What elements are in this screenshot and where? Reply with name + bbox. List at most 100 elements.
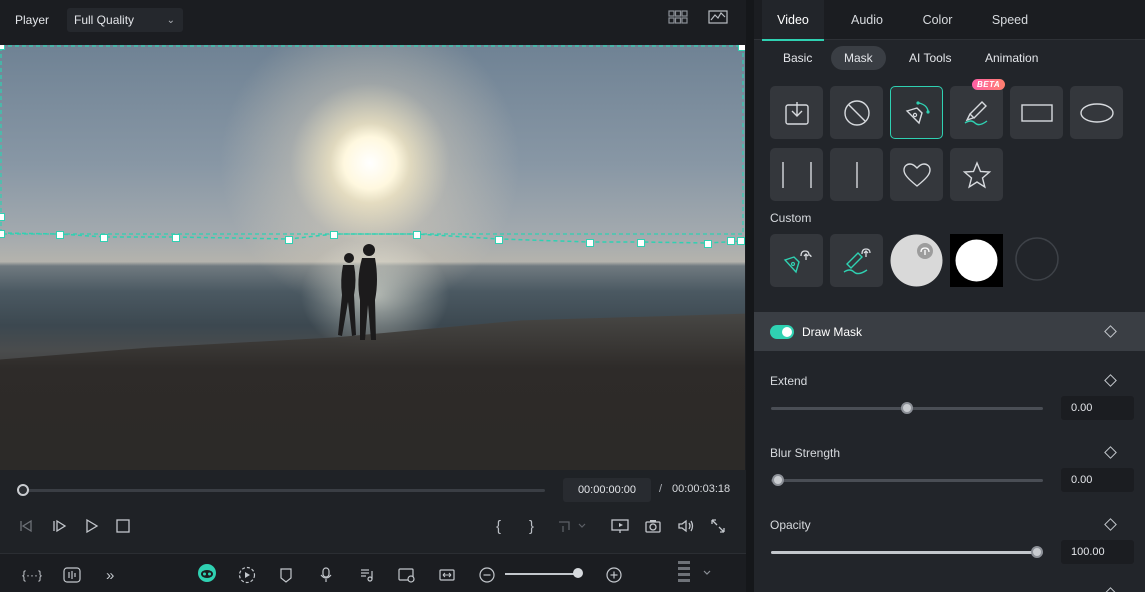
rectangle-mask-button[interactable]: [1010, 86, 1063, 139]
custom-circle-mask-button[interactable]: [950, 234, 1003, 287]
opacity-value-input[interactable]: 100.00: [1061, 540, 1134, 564]
heart-mask-button[interactable]: [890, 148, 943, 201]
music-note-icon[interactable]: [359, 565, 375, 585]
ai-face-icon[interactable]: [197, 563, 217, 583]
star-mask-button[interactable]: [950, 148, 1003, 201]
keyframe-diamond-icon[interactable]: [1104, 374, 1117, 387]
extend-slider-knob[interactable]: [901, 402, 913, 414]
custom-empty-slot[interactable]: [1014, 236, 1067, 289]
draw-mask-label: Draw Mask: [802, 324, 863, 339]
no-mask-button[interactable]: [830, 86, 883, 139]
play-icon[interactable]: [84, 515, 100, 537]
mask-handle[interactable]: [727, 237, 735, 245]
play-step-icon[interactable]: [51, 515, 67, 537]
mask-handle[interactable]: [495, 236, 503, 244]
pen-mask-button[interactable]: [890, 86, 943, 139]
zoom-slider-knob[interactable]: [573, 568, 583, 578]
audio-wave-icon[interactable]: [63, 565, 81, 585]
custom-brush-mask-button[interactable]: [830, 234, 883, 287]
stop-icon[interactable]: [115, 515, 131, 537]
mask-handle[interactable]: [704, 240, 712, 248]
mask-handle[interactable]: [413, 231, 421, 239]
single-line-mask-button[interactable]: [830, 148, 883, 201]
mask-handle[interactable]: [0, 45, 5, 50]
mark-out-icon[interactable]: }: [529, 515, 534, 537]
subtab-ai-tools[interactable]: AI Tools: [896, 46, 964, 70]
playback-scrubber[interactable]: [20, 489, 545, 492]
custom-pen-mask-button[interactable]: [770, 234, 823, 287]
total-time: 00:00:03:18: [672, 483, 731, 495]
mask-handle[interactable]: [172, 234, 180, 242]
tab-speed[interactable]: Speed: [978, 0, 1042, 40]
extend-value-input[interactable]: 0.00: [1061, 396, 1134, 420]
quality-dropdown[interactable]: Full Quality ⌄: [67, 8, 184, 32]
display-icon[interactable]: [611, 515, 629, 537]
clip-icon[interactable]: [557, 515, 587, 537]
draw-mask-toggle[interactable]: [770, 324, 794, 339]
mask-handle[interactable]: [330, 231, 338, 239]
mark-in-icon[interactable]: {: [496, 515, 501, 537]
prev-frame-icon[interactable]: [18, 515, 34, 537]
keyframe-diamond-icon[interactable]: [1104, 587, 1117, 592]
mask-handle[interactable]: [737, 237, 745, 245]
subtab-mask[interactable]: Mask: [831, 46, 886, 70]
heart-icon: [902, 162, 932, 188]
zoom-slider[interactable]: [505, 573, 580, 575]
import-mask-button[interactable]: [770, 86, 823, 139]
keyframe-diamond-icon[interactable]: [1104, 446, 1117, 459]
scrubber-knob[interactable]: [17, 484, 29, 496]
pen-mask-icon: [903, 99, 931, 127]
snapshot-icon[interactable]: [645, 515, 661, 537]
mic-icon[interactable]: [319, 565, 333, 585]
tab-audio[interactable]: Audio: [837, 0, 897, 40]
ellipse-mask-button[interactable]: [1070, 86, 1123, 139]
marker-icon[interactable]: [279, 565, 293, 585]
waveform-view-icon[interactable]: [708, 10, 728, 24]
current-time[interactable]: 00:00:00:00: [563, 478, 651, 502]
custom-soft-mask-button[interactable]: [890, 234, 943, 287]
subtab-animation[interactable]: Animation: [972, 46, 1051, 70]
grid-menu-icon[interactable]: [677, 561, 711, 582]
subtab-basic[interactable]: Basic: [770, 46, 825, 70]
brush-mask-button[interactable]: [950, 86, 1003, 139]
keyframe-diamond-icon[interactable]: [1104, 518, 1117, 531]
fit-icon[interactable]: [439, 565, 455, 585]
player-label: Player: [15, 13, 50, 27]
beta-badge: BETA: [972, 79, 1006, 90]
grid-view-icon[interactable]: [668, 10, 688, 24]
double-line-icon: [777, 160, 817, 190]
mask-handle[interactable]: [0, 213, 5, 221]
opacity-label: Opacity: [770, 518, 811, 532]
mask-handle[interactable]: [738, 45, 745, 51]
tab-color[interactable]: Color: [909, 0, 966, 40]
single-line-icon: [847, 160, 867, 190]
keyframe-diamond-icon[interactable]: [1104, 325, 1117, 338]
mask-handle[interactable]: [285, 236, 293, 244]
volume-icon[interactable]: [677, 515, 695, 537]
player-header: Player Full Quality ⌄: [0, 0, 746, 40]
blur-strength-slider-knob[interactable]: [772, 474, 784, 486]
mask-handle[interactable]: [56, 231, 64, 239]
expand-icon[interactable]: »: [106, 565, 114, 585]
more-tools-icon[interactable]: {···}: [22, 565, 42, 585]
mask-outline[interactable]: [0, 45, 745, 470]
tab-video[interactable]: Video: [762, 0, 824, 41]
video-preview[interactable]: [0, 45, 745, 470]
voiceover-icon[interactable]: [398, 565, 416, 585]
chevron-down-icon: ⌄: [166, 14, 176, 26]
blur-strength-slider[interactable]: [771, 479, 1043, 482]
zoom-in-icon[interactable]: [606, 565, 622, 585]
panel-divider[interactable]: [746, 0, 753, 592]
zoom-out-icon[interactable]: [479, 565, 495, 585]
mask-handle[interactable]: [0, 230, 5, 238]
mask-handle[interactable]: [586, 239, 594, 247]
blur-strength-value-input[interactable]: 0.00: [1061, 468, 1134, 492]
opacity-slider[interactable]: [771, 551, 1043, 554]
mask-handle[interactable]: [637, 239, 645, 247]
fullscreen-icon[interactable]: [710, 515, 726, 537]
auto-play-icon[interactable]: [238, 565, 256, 585]
draw-mask-row: Draw Mask: [754, 312, 1145, 351]
opacity-slider-knob[interactable]: [1031, 546, 1043, 558]
double-line-mask-button[interactable]: [770, 148, 823, 201]
mask-handle[interactable]: [100, 234, 108, 242]
